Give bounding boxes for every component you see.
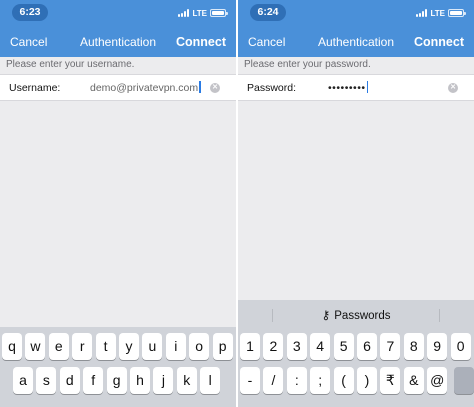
key-8[interactable]: l xyxy=(200,367,221,394)
status-indicators: LTE xyxy=(416,7,466,19)
page-title: Authentication xyxy=(317,35,395,49)
cancel-button[interactable]: Cancel xyxy=(10,35,47,49)
key-3[interactable]: ; xyxy=(310,367,331,394)
key-0[interactable]: - xyxy=(240,367,260,394)
username-prompt: Please enter your username. xyxy=(0,57,236,74)
key-2[interactable]: e xyxy=(48,333,69,360)
cancel-button[interactable]: Cancel xyxy=(248,35,285,49)
text-caret xyxy=(366,81,369,93)
key-4[interactable]: ( xyxy=(333,367,354,394)
key-7[interactable]: i xyxy=(165,333,186,360)
network-type: LTE xyxy=(192,8,207,18)
key-6[interactable]: ₹ xyxy=(380,367,401,394)
username-value: demo@privatevpn.com xyxy=(90,82,199,94)
status-time: 6:24 xyxy=(250,4,286,21)
key-7[interactable]: k xyxy=(176,367,197,394)
key-7[interactable]: & xyxy=(403,367,424,394)
keyboard-letters: qwertyuiop asdfghjkl xyxy=(0,327,236,407)
status-indicators: LTE xyxy=(178,7,228,19)
key-0[interactable]: 1 xyxy=(240,333,260,360)
passwords-autofill-bar[interactable]: ⚷ Passwords xyxy=(238,300,474,329)
connect-button[interactable]: Connect xyxy=(414,35,464,49)
key-8[interactable]: 9 xyxy=(427,333,448,360)
key-icon: ⚷ xyxy=(321,308,331,322)
username-field[interactable]: Username: demo@privatevpn.com ✕ xyxy=(0,74,236,101)
key-1[interactable]: w xyxy=(25,333,46,360)
network-type: LTE xyxy=(430,8,445,18)
key-8[interactable]: o xyxy=(189,333,210,360)
username-input[interactable]: demo@privatevpn.com xyxy=(90,81,201,94)
text-caret xyxy=(199,81,201,93)
key-3[interactable]: r xyxy=(72,333,93,360)
signal-icon xyxy=(416,9,428,17)
username-label: Username: xyxy=(9,82,61,94)
key-3[interactable]: f xyxy=(83,367,104,394)
key-2[interactable]: d xyxy=(59,367,80,394)
page-title: Authentication xyxy=(79,35,157,49)
nav-header: 6:23 LTE Cancel Authentication Connect xyxy=(0,0,236,57)
keyboard-numbers: ⚷ Passwords 1234567890 - /:;() ₹ & @ xyxy=(238,300,474,407)
key-6[interactable]: u xyxy=(142,333,163,360)
key-4[interactable]: t xyxy=(95,333,116,360)
password-input[interactable]: ••••••••• xyxy=(328,81,369,94)
key-4[interactable]: 5 xyxy=(333,333,354,360)
password-field[interactable]: Password: ••••••••• ✕ xyxy=(238,74,474,101)
key-3[interactable]: 4 xyxy=(310,333,331,360)
bar-divider xyxy=(439,309,440,322)
username-screen: 6:23 LTE Cancel Authentication Connect P… xyxy=(0,0,236,407)
key-5[interactable]: y xyxy=(119,333,139,360)
key-5[interactable]: 6 xyxy=(357,333,377,360)
connect-button[interactable]: Connect xyxy=(176,35,226,49)
password-screen: 6:24 LTE Cancel Authentication Connect P… xyxy=(238,0,474,407)
key-6[interactable]: 7 xyxy=(380,333,401,360)
key-5[interactable]: ) xyxy=(357,367,377,394)
password-prompt: Please enter your password. xyxy=(238,57,474,74)
key-1[interactable]: 2 xyxy=(263,333,284,360)
nav-header: 6:24 LTE Cancel Authentication Connect xyxy=(238,0,474,57)
key-8[interactable]: @ xyxy=(427,367,448,394)
key-2[interactable]: 3 xyxy=(286,333,307,360)
key-6[interactable]: j xyxy=(153,367,174,394)
key-0[interactable]: q xyxy=(2,333,22,360)
battery-icon xyxy=(448,9,466,17)
clear-circle-icon[interactable]: ✕ xyxy=(210,83,220,93)
key-9[interactable]: p xyxy=(212,333,233,360)
key-1[interactable]: s xyxy=(36,367,57,394)
key-9[interactable]: 0 xyxy=(450,333,471,360)
battery-icon xyxy=(210,9,228,17)
clear-circle-icon[interactable]: ✕ xyxy=(448,83,458,93)
key-7[interactable]: 8 xyxy=(403,333,424,360)
signal-icon xyxy=(178,9,190,17)
key-2[interactable]: : xyxy=(286,367,307,394)
key-0[interactable]: a xyxy=(13,367,33,394)
status-time: 6:23 xyxy=(12,4,48,21)
key-4[interactable]: g xyxy=(106,367,127,394)
passwords-label: Passwords xyxy=(334,310,391,322)
key-1[interactable]: / xyxy=(263,367,284,394)
backspace-key[interactable] xyxy=(454,367,474,394)
key-5[interactable]: h xyxy=(130,367,150,394)
password-value: ••••••••• xyxy=(328,82,366,94)
password-label: Password: xyxy=(247,82,297,94)
